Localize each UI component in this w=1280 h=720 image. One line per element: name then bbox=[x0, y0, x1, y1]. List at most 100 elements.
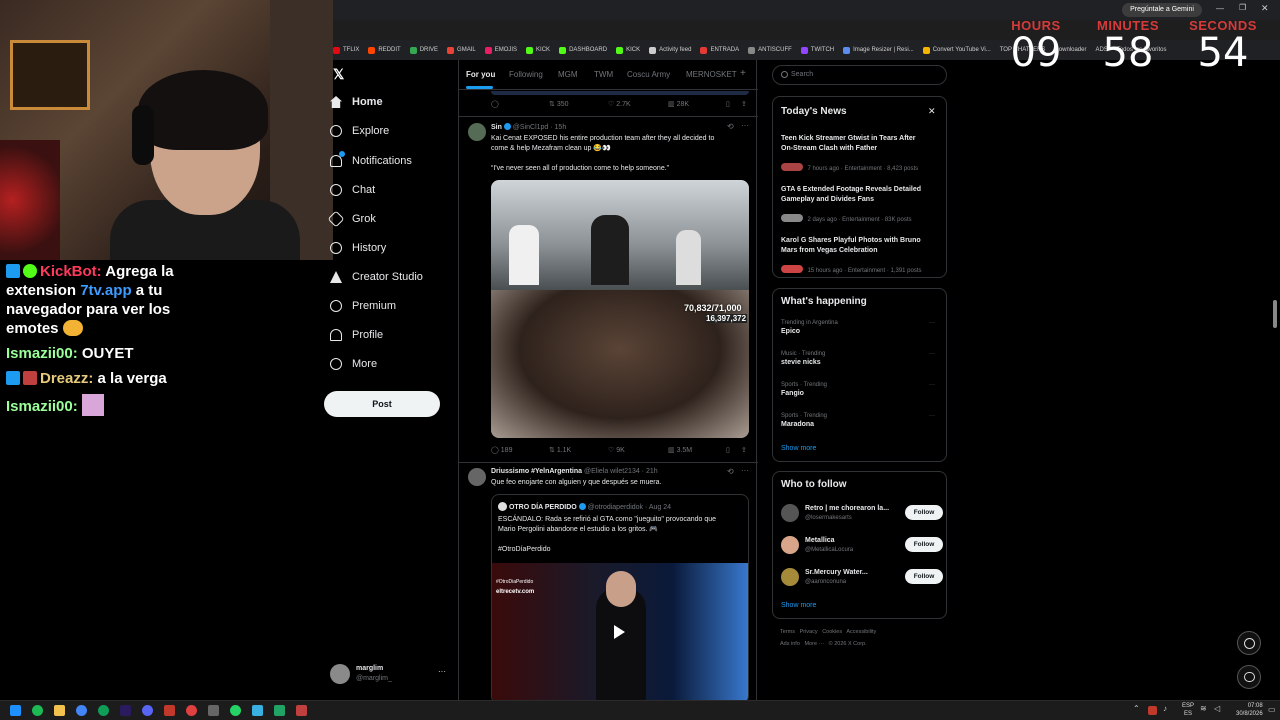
minimize-icon[interactable]: — bbox=[1216, 4, 1224, 13]
premiere-icon[interactable] bbox=[120, 705, 131, 716]
show-more-link[interactable]: Show more bbox=[781, 602, 816, 609]
bookmark[interactable]: KICK bbox=[616, 46, 640, 54]
follow-suggestion[interactable]: Retro | me chorearon la... @losermakesar… bbox=[781, 502, 943, 524]
bookmark[interactable]: ANTISCUFF bbox=[748, 46, 792, 54]
bookmark[interactable]: Convert YouTube Vi... bbox=[922, 46, 991, 54]
follow-suggestion[interactable]: Sr.Mercury Water... @aaronconuna Follow bbox=[781, 566, 943, 588]
app-icon[interactable] bbox=[208, 705, 219, 716]
tab-mernosket[interactable]: MERNOSKET bbox=[686, 70, 737, 79]
avatar[interactable] bbox=[468, 468, 486, 486]
discord-icon[interactable] bbox=[142, 705, 153, 716]
tab-following[interactable]: Following bbox=[509, 70, 543, 79]
views-button[interactable]: ▥ 28K bbox=[668, 100, 689, 108]
search-input[interactable]: Search bbox=[772, 65, 947, 85]
retweet-button[interactable]: ⇅ 1.1K bbox=[549, 446, 571, 454]
play-icon[interactable] bbox=[614, 625, 625, 639]
account-switcher[interactable]: marglim @marglim_ ··· bbox=[330, 662, 455, 686]
tab-coscu-army[interactable]: Coscu Army bbox=[627, 70, 670, 79]
nav-creator-studio[interactable]: Creator Studio bbox=[330, 271, 423, 283]
footer-link[interactable]: Cookies bbox=[822, 629, 842, 635]
ellipsis-icon[interactable]: ··· bbox=[929, 413, 935, 419]
nav-grok[interactable]: Grok bbox=[327, 210, 376, 228]
messages-fab[interactable] bbox=[1237, 665, 1261, 689]
reply-button[interactable]: ◯ 189 bbox=[491, 446, 512, 454]
nav-profile[interactable]: Profile bbox=[330, 329, 383, 341]
app-icon[interactable] bbox=[164, 705, 175, 716]
grok-icon[interactable]: ⟲ bbox=[727, 122, 734, 131]
language-indicator[interactable]: ESP ES bbox=[1182, 702, 1194, 718]
wifi-icon[interactable]: ≋ bbox=[1200, 704, 1207, 713]
bookmark[interactable]: REDDIT bbox=[368, 46, 401, 54]
bookmark[interactable]: DASHBOARD bbox=[559, 46, 607, 54]
follow-button[interactable]: Follow bbox=[905, 537, 943, 552]
nav-chat[interactable]: Chat bbox=[330, 184, 375, 196]
ellipsis-icon[interactable]: ··· bbox=[741, 121, 749, 130]
bookmark[interactable]: TFLIX bbox=[333, 46, 359, 54]
chevron-up-icon[interactable]: ⌃ bbox=[1133, 704, 1140, 713]
news-item[interactable]: Teen Kick Streamer Gtwist in Tears After… bbox=[781, 134, 941, 175]
bookmark[interactable]: GMAIL bbox=[447, 46, 476, 54]
grok-icon[interactable]: ⟲ bbox=[727, 467, 734, 476]
trend-item[interactable]: Sports · Trending Fangio ··· bbox=[781, 382, 941, 397]
footer-link[interactable]: More ··· bbox=[804, 641, 824, 647]
follow-button[interactable]: Follow bbox=[905, 569, 943, 584]
chat-link[interactable]: 7tv.app bbox=[80, 282, 131, 299]
author-name[interactable]: Sin bbox=[491, 124, 502, 131]
nav-home[interactable]: Home bbox=[330, 96, 383, 108]
ellipsis-icon[interactable]: ··· bbox=[929, 351, 935, 357]
show-more-link[interactable]: Show more bbox=[781, 445, 816, 452]
volume-icon[interactable]: ◁ bbox=[1214, 704, 1220, 713]
bookmark[interactable]: DRIVE bbox=[409, 46, 438, 54]
close-icon[interactable]: ✕ bbox=[928, 106, 936, 117]
trend-item[interactable]: Music · Trending stevie nicks ··· bbox=[781, 351, 941, 366]
tray-icon[interactable] bbox=[1148, 706, 1157, 715]
folder-icon[interactable] bbox=[54, 705, 65, 716]
add-tab-icon[interactable]: + bbox=[740, 68, 746, 79]
ellipsis-icon[interactable]: ··· bbox=[929, 320, 935, 326]
nav-explore[interactable]: Explore bbox=[330, 125, 389, 137]
tab-twm[interactable]: TWM bbox=[594, 70, 613, 79]
nav-notifications[interactable]: Notifications bbox=[330, 151, 412, 167]
ellipsis-icon[interactable]: ··· bbox=[741, 466, 749, 475]
footer-link[interactable]: Terms bbox=[780, 629, 795, 635]
bookmark[interactable]: Activity feed bbox=[649, 46, 691, 54]
notification-icon[interactable]: ▭ bbox=[1268, 705, 1276, 714]
app-icon[interactable] bbox=[274, 705, 285, 716]
bookmark[interactable]: EMOJIS bbox=[484, 46, 517, 54]
news-item[interactable]: GTA 6 Extended Footage Reveals Detailed … bbox=[781, 185, 941, 226]
app-icon[interactable] bbox=[252, 705, 263, 716]
share-icon[interactable]: ⇪ bbox=[741, 100, 747, 108]
ellipsis-icon[interactable]: ··· bbox=[438, 667, 446, 676]
footer-link[interactable]: Privacy bbox=[800, 629, 818, 635]
tab-for-you[interactable]: For you bbox=[466, 70, 495, 79]
retweet-button[interactable]: ⇅ 350 bbox=[549, 100, 569, 108]
author-name[interactable]: Driussismo #YelnArgentina bbox=[491, 468, 582, 475]
nav-history[interactable]: History bbox=[330, 242, 386, 254]
mic-icon[interactable]: ♪ bbox=[1163, 704, 1167, 713]
views-button[interactable]: ▥ 3.5M bbox=[668, 446, 692, 454]
whatsapp-icon[interactable] bbox=[230, 705, 241, 716]
footer-link[interactable]: Accessibility bbox=[846, 629, 876, 635]
ellipsis-icon[interactable]: ··· bbox=[929, 382, 935, 388]
close-icon[interactable]: ✕ bbox=[1261, 3, 1269, 14]
tweet-media[interactable]: 70,832/71,000 16,397,372 bbox=[491, 180, 749, 438]
bookmark-icon[interactable]: ▯ bbox=[726, 100, 730, 108]
footer-link[interactable]: Ads info bbox=[780, 641, 800, 647]
news-item[interactable]: Karol G Shares Playful Photos with Bruno… bbox=[781, 236, 941, 277]
bookmark[interactable]: Image Resizer | Resi... bbox=[843, 46, 914, 54]
app-icon[interactable] bbox=[296, 705, 307, 716]
bookmark[interactable]: KICK bbox=[526, 46, 550, 54]
share-icon[interactable]: ⇪ bbox=[741, 446, 747, 454]
nav-premium[interactable]: Premium bbox=[330, 300, 396, 312]
nav-more[interactable]: More bbox=[330, 358, 377, 370]
bookmark[interactable]: ENTRADA bbox=[700, 46, 739, 54]
clock[interactable]: 07:08 30/8/2026 bbox=[1236, 702, 1263, 718]
video-player[interactable]: #OtroDiaPerdido eltrecetv.com bbox=[492, 563, 748, 703]
follow-button[interactable]: Follow bbox=[905, 505, 943, 520]
trend-item[interactable]: Sports · Trending Maradona ··· bbox=[781, 413, 941, 428]
bookmark[interactable]: TWITCH bbox=[800, 46, 834, 54]
scrollbar-thumb[interactable] bbox=[1273, 300, 1277, 328]
avatar[interactable] bbox=[468, 123, 486, 141]
post-button[interactable]: Post bbox=[324, 391, 440, 417]
follow-suggestion[interactable]: Metallica @MetallicaLocura Follow bbox=[781, 534, 943, 556]
